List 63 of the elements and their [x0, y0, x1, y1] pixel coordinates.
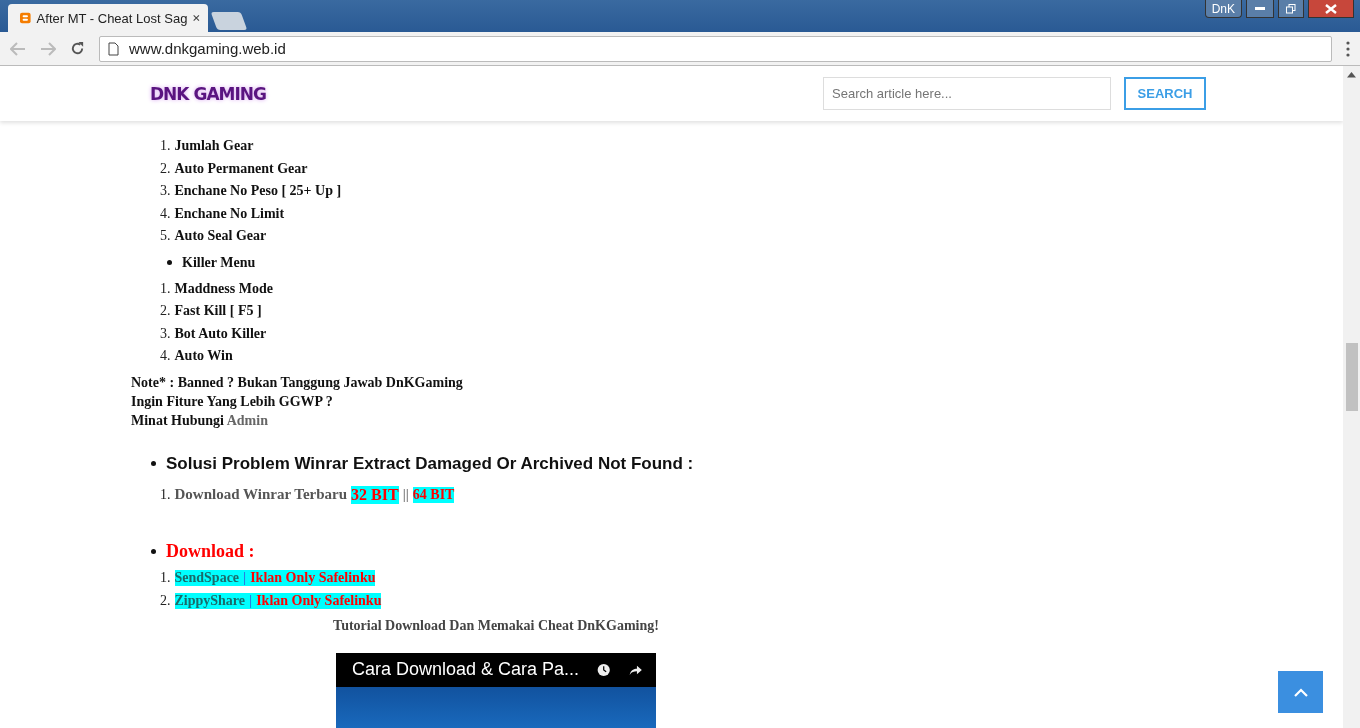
- list-item: Maddness Mode: [174, 280, 273, 297]
- download-link[interactable]: 32 BIT: [351, 485, 399, 504]
- list-number: 3.: [160, 325, 171, 342]
- list-number: 2.: [160, 160, 171, 177]
- restore-icon: [1286, 3, 1296, 14]
- video-title: Cara Download & Cara Pa...: [352, 659, 580, 680]
- reload-icon[interactable]: [70, 41, 85, 56]
- list-item: Enchane No Peso [ 25+ Up ]: [174, 183, 342, 200]
- admin-link[interactable]: Admin: [226, 413, 268, 428]
- chevron-up-icon: [1293, 687, 1308, 697]
- download-link[interactable]: SendSpace | Iklan Only Safelinku: [174, 570, 376, 586]
- page-icon: [108, 41, 119, 56]
- url-text: www.dnkgaming.web.id: [129, 40, 286, 57]
- list-number: 2.: [160, 593, 171, 609]
- list-item: Auto Permanent Gear: [174, 160, 308, 177]
- list-number: 3.: [160, 183, 171, 200]
- close-window-button[interactable]: [1308, 0, 1354, 18]
- search-button[interactable]: SEARCH: [1124, 77, 1206, 110]
- list-item: Download Winrar Terbaru: [174, 486, 348, 503]
- tab-title: After MT - Cheat Lost Sag: [36, 10, 188, 26]
- list-item: Fast Kill [ F5 ]: [174, 303, 262, 320]
- note-text: Note* : Banned ? Bukan Tanggung Jawab DnKGaming: [131, 375, 463, 391]
- section-heading: Download :: [166, 541, 255, 562]
- bullet: [167, 260, 172, 265]
- minimize-icon: [1255, 6, 1265, 11]
- list-number: 4.: [160, 348, 171, 365]
- close-icon: [1325, 3, 1337, 14]
- section-heading: Solusi Problem Winrar Extract Damaged Or Archived Not Found :: [166, 453, 694, 474]
- contact-text: Minat Hubungi Admin: [131, 413, 268, 429]
- scrollbar-thumb[interactable]: [1345, 343, 1358, 411]
- list-number: 2.: [160, 303, 171, 320]
- blog-icon: [20, 10, 31, 26]
- menu-icon[interactable]: [1346, 40, 1350, 57]
- download-link[interactable]: 64 BIT: [412, 486, 455, 503]
- section-title: Killer Menu: [182, 254, 256, 271]
- video-player[interactable]: Cara Download & Cara Pa...: [336, 652, 656, 728]
- browser-tab[interactable]: After MT - Cheat Lost Sag: [8, 4, 208, 32]
- list-number: 1.: [160, 138, 171, 155]
- list-number: 1.: [160, 280, 171, 297]
- list-item: Bot Auto Killer: [174, 325, 267, 342]
- close-icon[interactable]: [193, 13, 200, 23]
- restore-button[interactable]: [1278, 0, 1304, 18]
- list-number: 1.: [160, 486, 171, 503]
- scroll-up-icon[interactable]: [1347, 72, 1356, 78]
- bullet: [151, 549, 156, 554]
- address-bar[interactable]: www.dnkgaming.web.id: [99, 35, 1332, 62]
- list-item: Auto Seal Gear: [174, 228, 267, 245]
- note-text: Ingin Fiture Yang Lebih GGWP ?: [131, 394, 333, 410]
- search-field[interactable]: Search article here...: [823, 77, 1111, 110]
- list-number: 5.: [160, 228, 171, 245]
- new-tab-button[interactable]: [210, 12, 248, 30]
- list-item: Auto Win: [174, 348, 233, 365]
- download-link[interactable]: ZippyShare | Iklan Only Safelinku: [174, 593, 382, 609]
- list-item: Enchane No Limit: [174, 205, 285, 222]
- list-item: Jumlah Gear: [174, 138, 254, 155]
- video-caption: Tutorial Download Dan Memakai Cheat DnKGaming!: [333, 617, 659, 634]
- profile-button[interactable]: DnK: [1204, 0, 1242, 18]
- site-logo[interactable]: DNK GAMING: [150, 83, 266, 104]
- list-number: 1.: [160, 570, 171, 586]
- minimize-button[interactable]: [1246, 0, 1274, 18]
- bullet: [151, 461, 156, 466]
- list-number: 4.: [160, 205, 171, 222]
- separator: ||: [402, 486, 409, 503]
